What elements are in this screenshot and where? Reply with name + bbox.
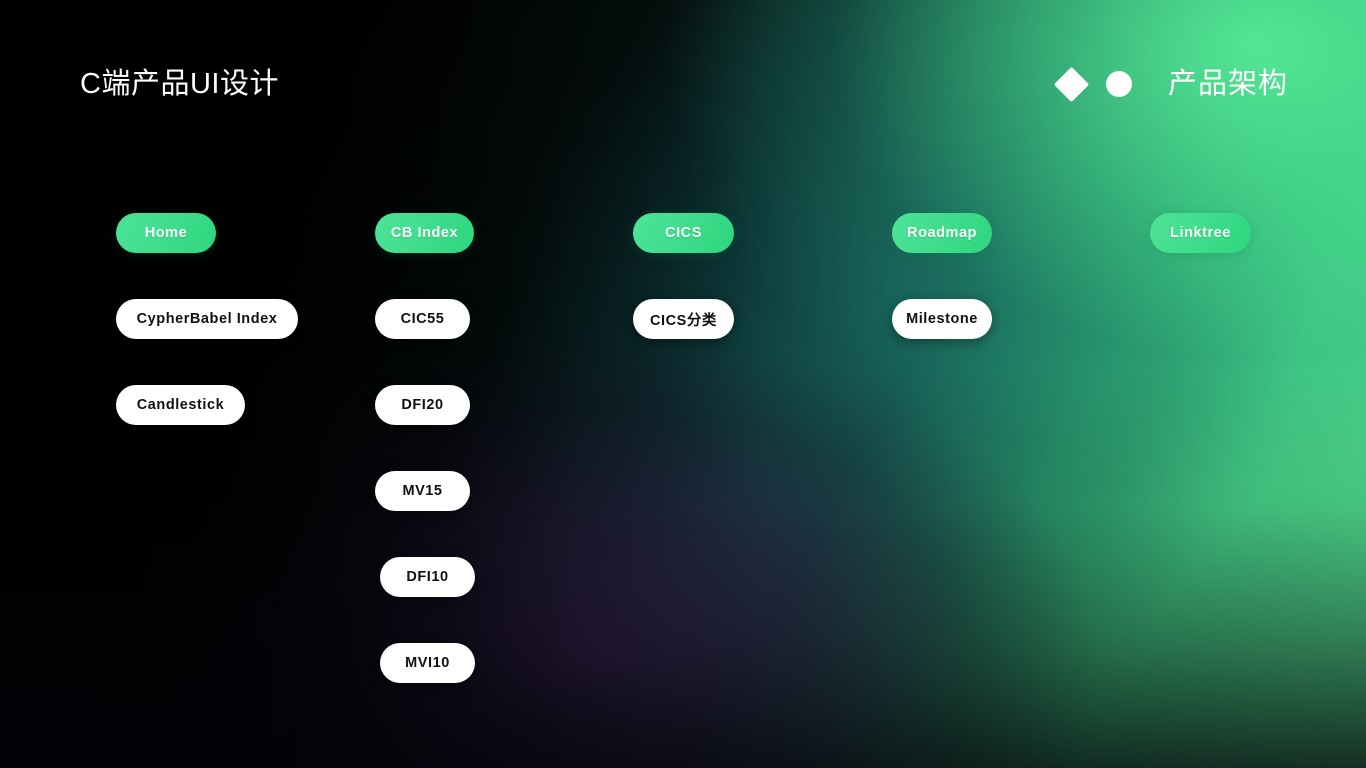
node-pill[interactable]: CypherBabel Index bbox=[116, 299, 298, 339]
slide-canvas: C端产品UI设计 产品架构 Home CypherBabel Index Candl… bbox=[0, 0, 1366, 768]
node-pill[interactable]: MVI10 bbox=[380, 643, 475, 683]
node-pill[interactable]: DFI20 bbox=[375, 385, 470, 425]
node-pill[interactable]: Milestone bbox=[892, 299, 992, 339]
node-pill[interactable]: Linktree bbox=[1150, 213, 1251, 253]
node-pill[interactable]: Home bbox=[116, 213, 216, 253]
node-pill[interactable]: CB Index bbox=[375, 213, 474, 253]
header-section-label: 产品架构 bbox=[1167, 68, 1288, 100]
node-pill[interactable]: CICS bbox=[633, 213, 734, 253]
node-pill[interactable]: Roadmap bbox=[892, 213, 992, 253]
diamond-icon bbox=[1053, 66, 1090, 102]
node-pill[interactable]: DFI10 bbox=[380, 557, 475, 597]
node-pill[interactable]: CICS分类 bbox=[633, 299, 734, 339]
page-title: C端产品UI设计 bbox=[80, 68, 279, 100]
slide-header: C端产品UI设计 产品架构 bbox=[0, 0, 1366, 170]
header-right-group: 产品架构 bbox=[1053, 62, 1288, 106]
node-pill[interactable]: Candlestick bbox=[116, 385, 245, 425]
node-pill[interactable]: MV15 bbox=[375, 471, 470, 511]
circle-icon bbox=[1105, 71, 1132, 97]
node-pill[interactable]: CIC55 bbox=[375, 299, 470, 339]
